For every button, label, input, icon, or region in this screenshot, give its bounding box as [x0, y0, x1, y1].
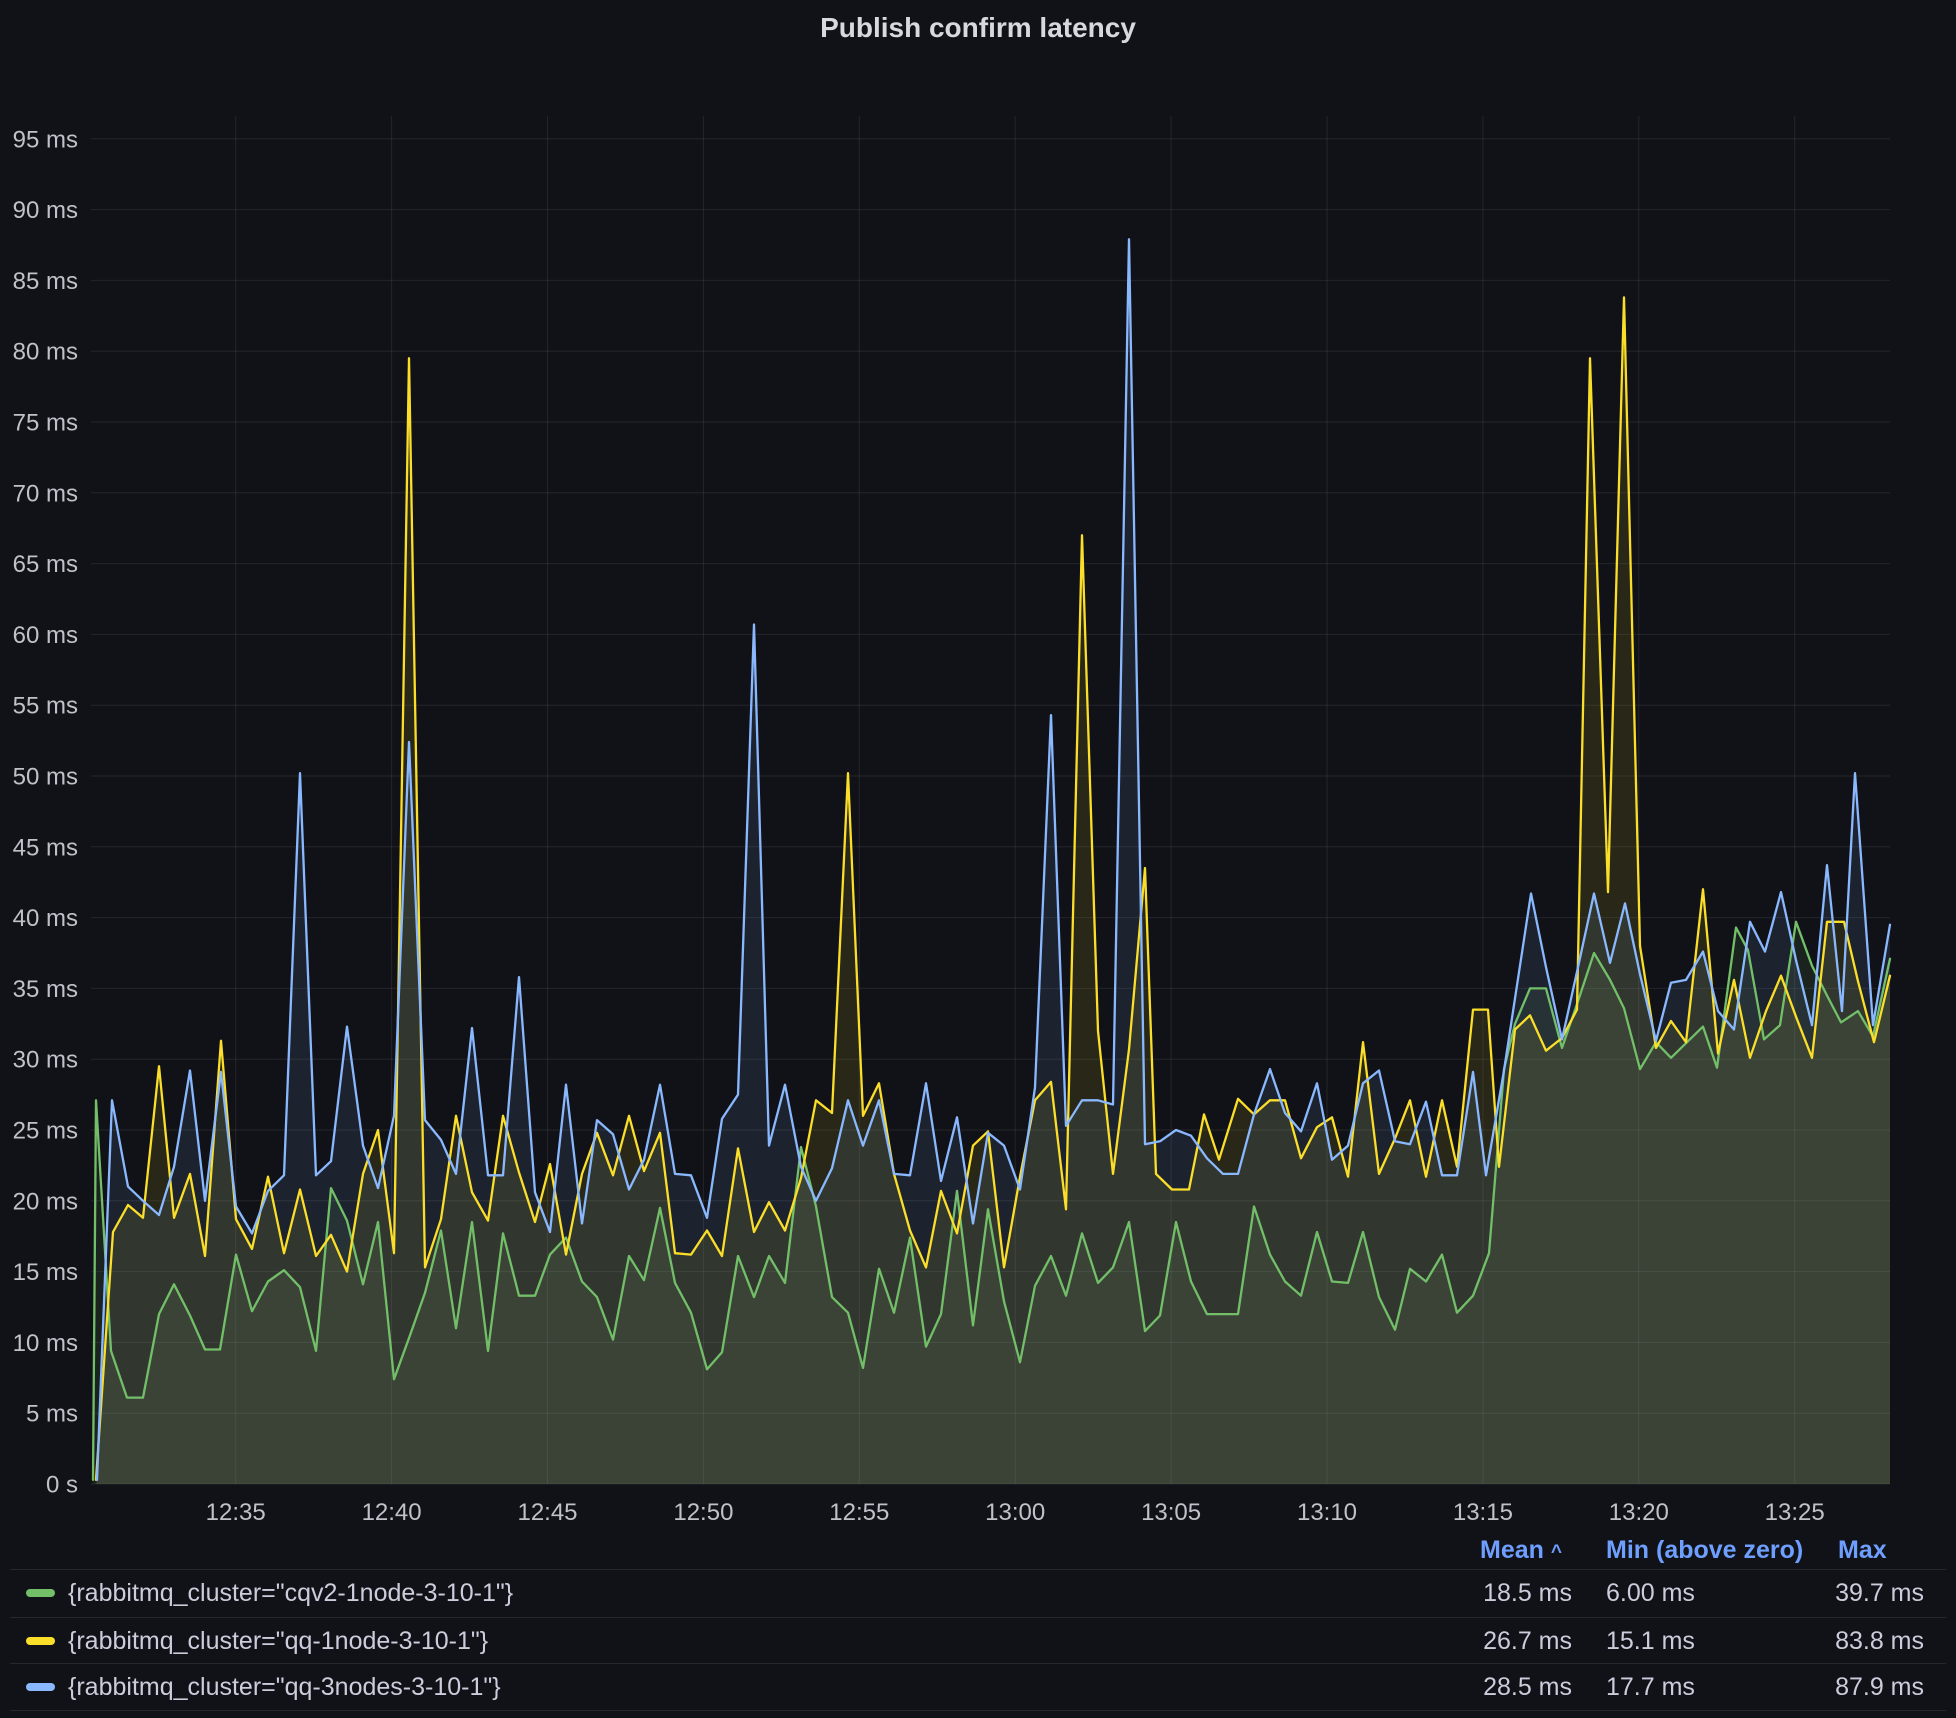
svg-text:80 ms: 80 ms — [13, 339, 78, 366]
svg-text:90 ms: 90 ms — [13, 197, 78, 224]
svg-text:13:05: 13:05 — [1141, 1499, 1201, 1526]
svg-text:50 ms: 50 ms — [13, 764, 78, 791]
svg-text:25 ms: 25 ms — [13, 1118, 78, 1145]
svg-text:15 ms: 15 ms — [13, 1259, 78, 1286]
svg-text:5 ms: 5 ms — [26, 1401, 78, 1428]
svg-text:45 ms: 45 ms — [13, 834, 78, 861]
svg-text:13:10: 13:10 — [1297, 1499, 1357, 1526]
svg-text:10 ms: 10 ms — [13, 1330, 78, 1357]
svg-text:85 ms: 85 ms — [13, 268, 78, 295]
svg-text:35 ms: 35 ms — [13, 976, 78, 1003]
svg-text:55 ms: 55 ms — [13, 693, 78, 720]
svg-text:70 ms: 70 ms — [13, 480, 78, 507]
svg-text:65 ms: 65 ms — [13, 551, 78, 578]
svg-text:20 ms: 20 ms — [13, 1188, 78, 1215]
svg-text:95 ms: 95 ms — [13, 126, 78, 153]
svg-text:13:00: 13:00 — [985, 1499, 1045, 1526]
svg-text:13:20: 13:20 — [1609, 1499, 1669, 1526]
svg-text:12:55: 12:55 — [829, 1499, 889, 1526]
svg-text:13:25: 13:25 — [1765, 1499, 1825, 1526]
svg-text:60 ms: 60 ms — [13, 622, 78, 649]
svg-text:40 ms: 40 ms — [13, 905, 78, 932]
svg-text:12:50: 12:50 — [673, 1499, 733, 1526]
svg-text:75 ms: 75 ms — [13, 410, 78, 437]
svg-text:12:40: 12:40 — [362, 1499, 422, 1526]
svg-text:13:15: 13:15 — [1453, 1499, 1513, 1526]
svg-text:12:35: 12:35 — [206, 1499, 266, 1526]
svg-text:12:45: 12:45 — [517, 1499, 577, 1526]
svg-text:0 s: 0 s — [46, 1472, 78, 1499]
svg-text:30 ms: 30 ms — [13, 1047, 78, 1074]
